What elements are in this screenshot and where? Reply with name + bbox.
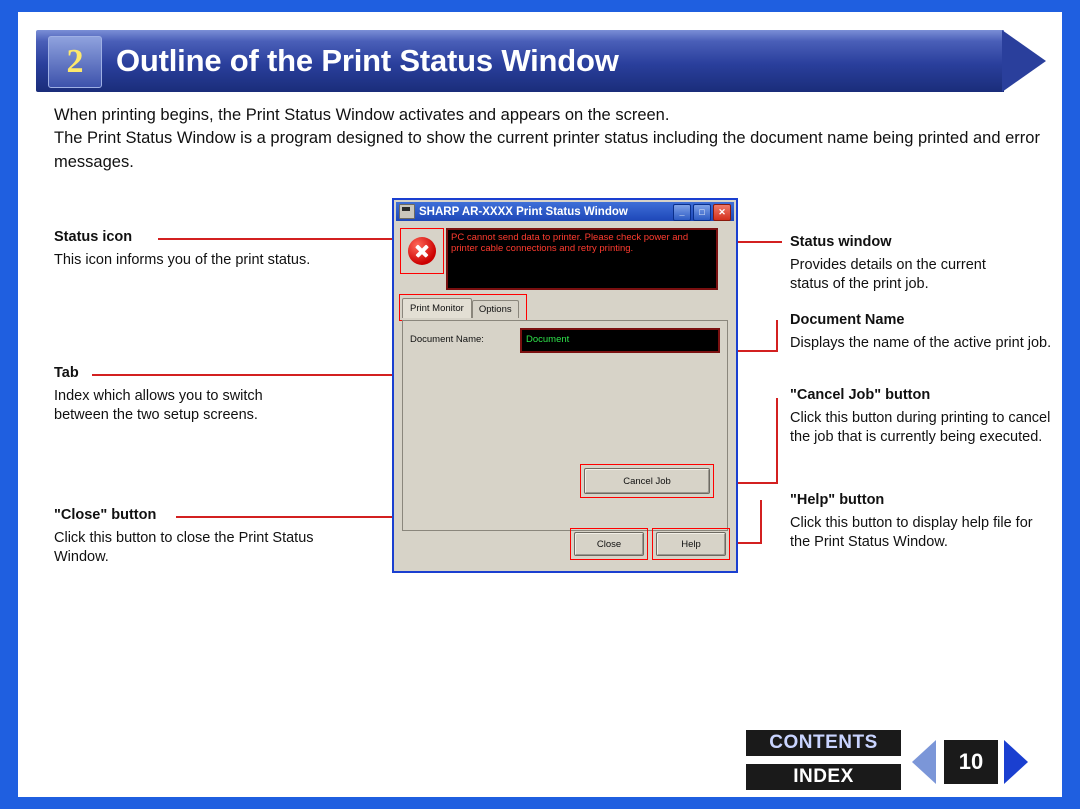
callout-document-name: Document Name Displays the name of the a… xyxy=(790,311,1062,353)
callout-status-icon: Status icon This icon informs you of the… xyxy=(54,228,354,270)
intro-line-2: The Print Status Window is a program des… xyxy=(54,129,1040,171)
window-controls: _ □ ✕ xyxy=(673,204,731,221)
callout-status-window-heading: Status window xyxy=(790,234,892,250)
callout-close-button-body: Click this button to close the Print Sta… xyxy=(54,529,314,566)
callout-tab-heading: Tab xyxy=(54,365,79,381)
document-name-label: Document Name: xyxy=(410,334,484,345)
cancel-job-button[interactable]: Cancel Job xyxy=(584,468,710,494)
callout-tab-body: Index which allows you to switch between… xyxy=(54,387,263,424)
callout-cancel-job-body: Click this button during printing to can… xyxy=(790,409,1051,446)
page-canvas: 2 Outline of the Print Status Window Whe… xyxy=(18,12,1062,797)
status-window: PC cannot send data to printer. Please c… xyxy=(446,228,718,290)
callout-tab: Tab Index which allows you to switch bet… xyxy=(54,364,306,426)
callout-cancel-job-heading: "Cancel Job" button xyxy=(790,387,931,403)
printer-icon xyxy=(399,204,415,219)
chapter-number-box: 2 xyxy=(48,36,102,88)
page-number-box: 10 xyxy=(944,740,998,784)
intro-line-1: When printing begins, the Print Status W… xyxy=(54,106,670,124)
close-icon[interactable]: ✕ xyxy=(713,204,731,221)
chapter-number: 2 xyxy=(66,43,84,80)
status-icon xyxy=(400,228,444,274)
dialog-close-button[interactable]: Close xyxy=(574,532,644,556)
page-number: 10 xyxy=(958,749,984,774)
index-button[interactable]: INDEX xyxy=(746,764,901,790)
callout-help-button-body: Click this button to display help file f… xyxy=(790,514,1033,551)
contents-button[interactable]: CONTENTS xyxy=(746,730,901,756)
callout-status-window: Status window Provides details on the cu… xyxy=(790,233,1028,295)
dialog-help-button[interactable]: Help xyxy=(656,532,726,556)
intro-text: When printing begins, the Print Status W… xyxy=(54,104,1054,174)
page-title: Outline of the Print Status Window xyxy=(116,43,619,78)
banner-arrow-shape xyxy=(1002,30,1046,92)
callout-close-button: "Close" button Click this button to clos… xyxy=(54,506,316,568)
leader-line-document-name-v xyxy=(776,320,778,352)
callout-cancel-job: "Cancel Job" button Click this button du… xyxy=(790,386,1060,448)
callout-help-button: "Help" button Click this button to displ… xyxy=(790,491,1040,553)
document-name-value: Document xyxy=(526,334,570,345)
dialog-title-text: SHARP AR-XXXX Print Status Window xyxy=(419,205,628,218)
dialog-title-bar: SHARP AR-XXXX Print Status Window _ □ ✕ xyxy=(396,202,734,221)
tab-highlight-outline xyxy=(399,294,527,321)
document-name-field: Document xyxy=(520,328,720,353)
maximize-icon[interactable]: □ xyxy=(693,204,711,221)
callout-help-button-heading: "Help" button xyxy=(790,492,885,508)
callout-document-name-body: Displays the name of the active print jo… xyxy=(790,334,1052,351)
contents-button-label: CONTENTS xyxy=(769,732,878,753)
leader-line-help-v xyxy=(760,500,762,544)
callout-close-button-heading: "Close" button xyxy=(54,507,157,523)
error-x-icon xyxy=(408,237,436,265)
callout-document-name-heading: Document Name xyxy=(790,312,905,328)
triangle-left-icon[interactable] xyxy=(912,740,936,784)
callout-status-icon-body: This icon informs you of the print statu… xyxy=(54,251,311,268)
triangle-right-icon[interactable] xyxy=(1004,740,1028,784)
callout-status-window-body: Provides details on the current status o… xyxy=(790,256,986,293)
status-window-text: PC cannot send data to printer. Please c… xyxy=(451,232,689,255)
print-status-window-dialog: SHARP AR-XXXX Print Status Window _ □ ✕ … xyxy=(392,198,738,573)
index-button-label: INDEX xyxy=(793,766,854,787)
minimize-icon[interactable]: _ xyxy=(673,204,691,221)
footer-navigation: CONTENTS INDEX 10 xyxy=(746,730,1062,800)
leader-line-cancel-v xyxy=(776,398,778,484)
page-header-banner: 2 Outline of the Print Status Window xyxy=(36,30,1046,92)
callout-status-icon-heading: Status icon xyxy=(54,229,133,245)
